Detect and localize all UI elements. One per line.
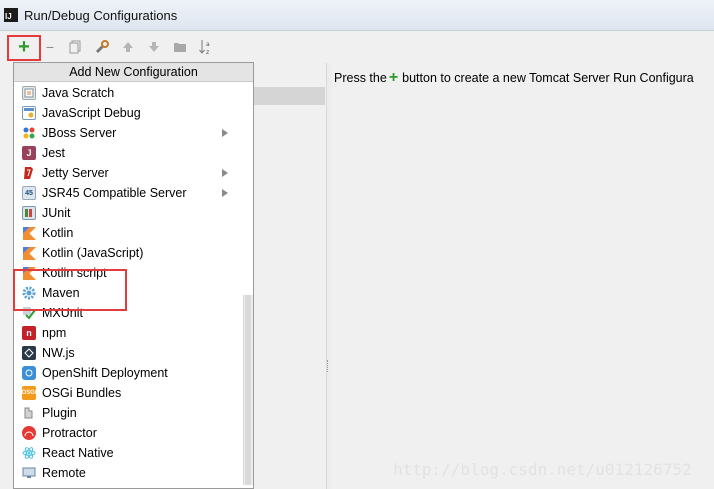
sort-alpha-icon: az [199,40,210,55]
list-item-osgi-bundles[interactable]: OSGi OSGi Bundles [14,383,242,403]
svg-text:a: a [206,41,210,48]
jest-icon: J [22,146,36,160]
kotlin-icon [22,226,36,240]
plugin-icon [22,406,36,420]
nwjs-icon [22,346,36,360]
copy-icon [69,40,81,54]
osgi-icon: OSGi [22,386,37,400]
item-label: JavaScript Debug [42,106,141,120]
configuration-details-panel: Press the + button to create a new Tomca… [330,63,714,489]
kotlin-js-icon [22,246,36,260]
move-down-button[interactable] [142,35,166,59]
list-item-junit[interactable]: JUnit [14,203,242,223]
item-label: Java Scratch [42,86,115,100]
list-item-protractor[interactable]: Protractor [14,423,242,443]
item-label: Kotlin [42,226,74,240]
list-item-kotlin-javascript[interactable]: Kotlin (JavaScript) [14,243,242,263]
folder-icon [174,43,186,52]
arrow-down-icon [149,42,159,52]
item-label: JSR45 Compatible Server [42,186,187,200]
watermark: http://blog.csdn.net/u012126752 [393,460,692,479]
jsr45-icon: 45 [22,186,36,200]
openshift-icon [22,366,36,380]
item-label: Protractor [42,426,97,440]
submenu-arrow-icon [222,169,228,177]
list-item-kotlin[interactable]: Kotlin [14,223,242,243]
move-up-button[interactable] [116,35,140,59]
item-label: Jetty Server [42,166,109,180]
item-label: JBoss Server [42,126,117,140]
arrow-up-icon [123,42,133,52]
item-label: React Native [42,446,114,460]
item-label: Remote [42,466,86,480]
copy-configuration-button[interactable] [64,35,88,59]
list-item-jboss-server[interactable]: JBoss Server [14,123,242,143]
remove-configuration-button[interactable]: − [38,35,62,59]
maven-highlight-box [13,269,127,311]
selected-tree-row[interactable] [254,87,325,105]
list-item-plugin[interactable]: Plugin [14,403,242,423]
protractor-icon [22,426,36,440]
submenu-arrow-icon [222,129,228,137]
list-item-remote[interactable]: Remote [14,463,242,483]
remote-icon [22,466,36,480]
hint-text-after: button to create a new Tomcat Server Run… [402,71,694,85]
react-icon [22,446,36,460]
npm-icon: n [22,326,36,340]
submenu-arrow-icon [222,189,228,197]
wrench-icon [95,40,109,54]
java-scratch-icon [22,86,36,100]
item-label: Plugin [42,406,77,420]
list-item-nwjs[interactable]: NW.js [14,343,242,363]
item-label: Kotlin (JavaScript) [42,246,144,260]
create-folder-button[interactable] [168,35,192,59]
item-label: OpenShift Deployment [42,366,168,380]
item-label: OSGi Bundles [42,386,122,400]
jetty-icon [22,166,36,180]
plus-icon: + [388,69,399,86]
list-item-npm[interactable]: n npm [14,323,242,343]
list-item-java-scratch[interactable]: Java Scratch [14,83,242,103]
hint-text-before: Press the [334,71,387,85]
javascript-debug-icon [22,106,36,120]
create-config-hint: Press the + button to create a new Tomca… [334,69,694,87]
popup-header: Add New Configuration [14,63,253,82]
item-label: NW.js [42,346,75,360]
toolbar: + − az [0,31,714,63]
item-label: Jest [42,146,65,160]
item-label: JUnit [42,206,71,220]
list-item-jest[interactable]: J Jest [14,143,242,163]
item-label: npm [42,326,67,340]
list-item-react-native[interactable]: React Native [14,443,242,463]
jboss-icon [22,126,36,140]
window-title: Run/Debug Configurations [24,7,178,23]
svg-text:z: z [206,49,209,55]
add-button-highlight [7,35,41,61]
list-item-javascript-debug[interactable]: JavaScript Debug [14,103,242,123]
list-item-jetty-server[interactable]: Jetty Server [14,163,242,183]
edit-defaults-button[interactable] [90,35,114,59]
scrollbar-thumb[interactable] [245,295,251,485]
list-item-jsr45-server[interactable]: 45 JSR45 Compatible Server [14,183,242,203]
junit-icon [22,206,36,220]
sort-button[interactable]: az [194,35,218,59]
popup-scrollbar[interactable] [243,295,253,485]
list-item-openshift[interactable]: OpenShift Deployment [14,363,242,383]
intellij-app-icon: IJ [4,8,18,22]
title-bar: IJ Run/Debug Configurations [0,0,714,31]
